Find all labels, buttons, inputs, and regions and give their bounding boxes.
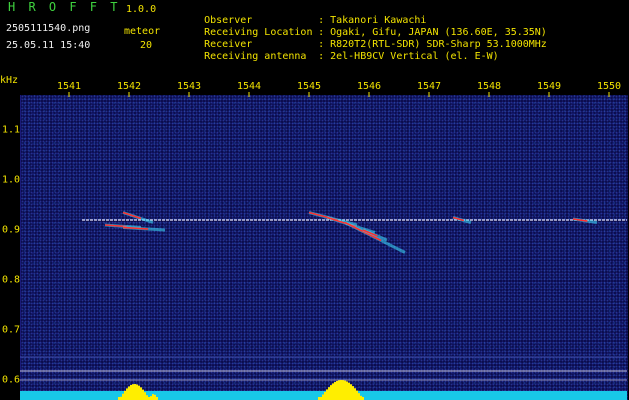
- signal-level-bar: [354, 388, 356, 400]
- signal-level-bar: [126, 388, 128, 400]
- spectrogram-overlay: [20, 92, 627, 400]
- signal-level-bar: [352, 386, 354, 400]
- signal-level-bar: [152, 394, 154, 400]
- hrofft-window: H R O F F T 1.0.0 2505111540.png 25.05.1…: [0, 0, 629, 400]
- signal-level-bar: [138, 385, 140, 400]
- signal-level-bar: [340, 380, 342, 400]
- signal-level-bar: [330, 385, 332, 400]
- x-tick-marks: [68, 92, 610, 97]
- signal-level-bar: [348, 382, 350, 400]
- signal-level-bar: [154, 394, 156, 400]
- signal-level-bar: [338, 380, 340, 400]
- signal-level-bar: [322, 394, 324, 400]
- signal-level-bar: [130, 384, 132, 400]
- signal-level-bar: [324, 391, 326, 400]
- spectrogram-data-layer: [82, 211, 627, 254]
- signal-level-bar: [358, 393, 360, 400]
- signal-level-bar: [346, 381, 348, 400]
- signal-level-bar: [136, 384, 138, 400]
- signal-level-bar: [334, 382, 336, 400]
- signal-level-bars: [20, 380, 627, 400]
- signal-level-bar: [342, 380, 344, 400]
- signal-level-bar: [140, 387, 142, 400]
- meteor-echo-streak: [122, 211, 142, 220]
- signal-level-bar: [134, 384, 136, 400]
- signal-level-bar: [344, 380, 346, 400]
- signal-level-bar: [356, 390, 358, 400]
- signal-level-bar: [336, 380, 338, 400]
- signal-level-bar: [128, 386, 130, 400]
- signal-level-bar: [150, 396, 152, 400]
- signal-level-bar: [124, 390, 126, 400]
- signal-level-bar: [350, 384, 352, 400]
- signal-level-bar: [144, 392, 146, 400]
- signal-level-bar: [328, 387, 330, 400]
- signal-level-bar: [132, 384, 134, 400]
- signal-level-bar: [142, 389, 144, 400]
- signal-level-bar: [360, 395, 362, 400]
- signal-level-bar: [146, 395, 148, 400]
- signal-level-bar: [122, 393, 124, 400]
- signal-level-bar: [332, 383, 334, 400]
- signal-level-bar: [326, 389, 328, 400]
